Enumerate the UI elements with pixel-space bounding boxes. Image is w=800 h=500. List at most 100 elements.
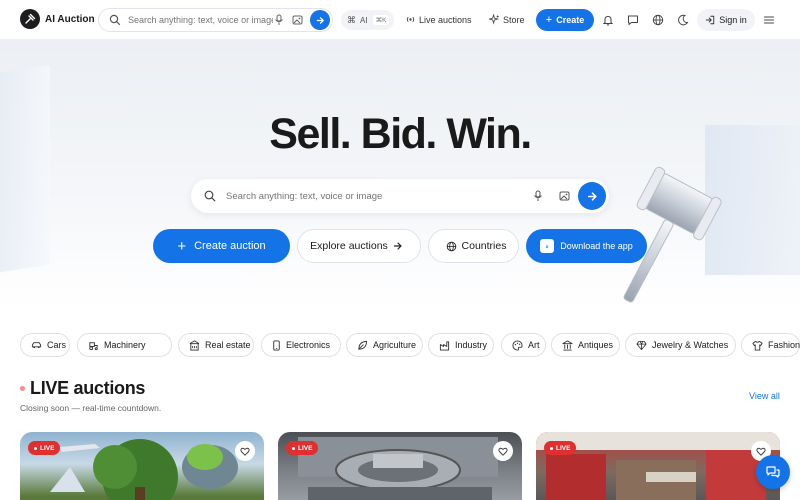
command-icon: ⌘ <box>347 14 356 25</box>
favorite-button[interactable] <box>235 441 255 461</box>
category-label: Fashion <box>768 340 800 350</box>
category-label: Machinery <box>104 340 146 350</box>
create-auction-button[interactable]: + Create auction <box>153 229 290 263</box>
live-indicator-dot <box>20 386 25 391</box>
chat-icon[interactable] <box>626 13 640 27</box>
nav-live-auctions[interactable]: Live auctions <box>405 14 472 25</box>
download-app-button[interactable]: Download the app <box>526 229 647 263</box>
category-chips: Cars Machinery Real estate Electronics A… <box>20 333 800 357</box>
header-search[interactable] <box>98 8 333 32</box>
hero-title: Sell. Bid. Win. <box>269 110 532 158</box>
menu-icon[interactable] <box>762 13 776 27</box>
countries-label: Countries <box>461 240 507 252</box>
heart-icon <box>498 447 508 456</box>
ai-label: AI <box>360 15 368 25</box>
search-icon <box>204 190 216 202</box>
header-search-submit-button[interactable] <box>310 10 330 30</box>
category-label: Real estate <box>205 340 251 350</box>
category-chip-industry[interactable]: Industry <box>428 333 494 357</box>
category-label: Cars <box>47 340 67 350</box>
sign-in-label: Sign in <box>719 15 747 25</box>
category-chip-jewelry-watches[interactable]: Jewelry & Watches <box>625 333 736 357</box>
download-app-label: Download the app <box>560 241 633 251</box>
image-search-icon[interactable] <box>559 190 571 202</box>
auction-card[interactable]: LIVE <box>20 432 264 500</box>
category-chip-machinery[interactable]: Machinery <box>77 333 172 357</box>
mic-icon[interactable] <box>533 190 543 202</box>
hero-search-submit-button[interactable] <box>578 182 606 210</box>
category-chip-antiques[interactable]: Antiques <box>551 333 620 357</box>
support-chat-button[interactable] <box>756 455 790 489</box>
broadcast-icon <box>406 16 415 23</box>
bell-icon[interactable] <box>601 13 615 27</box>
live-badge: LIVE <box>286 441 319 455</box>
category-label: Jewelry & Watches <box>652 340 729 350</box>
car-icon <box>31 342 42 349</box>
auction-card[interactable]: LIVE <box>278 432 522 500</box>
countries-button[interactable]: Countries <box>428 229 519 263</box>
factory-icon <box>439 340 450 351</box>
image-search-icon[interactable] <box>292 14 304 26</box>
live-badge-label: LIVE <box>298 444 313 452</box>
leaf-icon <box>358 340 368 350</box>
view-all-link[interactable]: View all <box>749 391 780 401</box>
heart-icon <box>240 447 250 456</box>
sign-in-button[interactable]: Sign in <box>697 9 755 31</box>
heart-icon <box>756 447 766 456</box>
auction-card[interactable]: LIVE <box>536 432 780 500</box>
sparkles-icon <box>489 14 500 25</box>
hero-search-input[interactable] <box>226 190 516 202</box>
ai-command-button[interactable]: ⌘ AI ⌘K <box>341 10 394 30</box>
chat-bubbles-icon <box>766 466 780 478</box>
palette-icon <box>512 339 523 351</box>
category-label: Antiques <box>578 340 614 350</box>
mic-icon[interactable] <box>274 14 284 26</box>
login-icon <box>706 15 715 25</box>
category-chip-electronics[interactable]: Electronics <box>261 333 341 357</box>
tractor-icon <box>89 341 98 350</box>
building-icon <box>189 339 200 351</box>
category-chip-real-estate[interactable]: Real estate <box>178 333 254 357</box>
nav-live-auctions-label: Live auctions <box>419 14 472 25</box>
hero-search[interactable] <box>191 179 609 213</box>
header-search-input[interactable] <box>128 15 273 25</box>
globe-icon[interactable] <box>651 13 665 27</box>
top-nav: AI Auction ⌘ AI ⌘K Live auctions Store +… <box>0 0 800 40</box>
favorite-button[interactable] <box>493 441 513 461</box>
hero-decoration-left <box>0 65 50 275</box>
category-label: Industry <box>455 340 488 350</box>
live-badge: LIVE <box>28 441 61 455</box>
landmark-icon <box>562 339 573 351</box>
moon-icon[interactable] <box>676 13 690 27</box>
gavel-logo-icon <box>20 9 40 29</box>
arrow-right-icon <box>316 16 324 24</box>
category-label: Art <box>528 340 540 350</box>
category-chip-fashion[interactable]: Fashion <box>741 333 800 357</box>
gem-icon <box>636 340 647 350</box>
live-auctions-title: LIVE auctions <box>30 378 146 398</box>
arrow-right-icon <box>587 191 597 201</box>
create-button-label: Create <box>556 15 585 25</box>
category-label: Agriculture <box>373 340 417 350</box>
live-auctions-subtitle: Closing soon — real-time countdown. <box>20 403 162 413</box>
search-icon <box>109 14 121 26</box>
category-chip-agriculture[interactable]: Agriculture <box>346 333 423 357</box>
ai-shortcut: ⌘K <box>372 15 390 25</box>
live-badge-label: LIVE <box>40 444 55 452</box>
nav-store[interactable]: Store <box>489 14 525 25</box>
live-badge-label: LIVE <box>556 444 571 452</box>
hero-section: Sell. Bid. Win. + Create auction Explore… <box>0 40 800 310</box>
explore-auctions-button[interactable]: Explore auctions <box>297 229 421 263</box>
category-label: Electronics <box>286 340 331 350</box>
create-button[interactable]: + Create <box>536 9 594 31</box>
plus-icon: + <box>545 14 553 26</box>
category-chip-cars[interactable]: Cars <box>20 333 70 357</box>
live-badge: LIVE <box>544 441 577 455</box>
globe-icon <box>446 241 456 251</box>
logo[interactable]: AI Auction <box>20 9 95 29</box>
plus-icon: + <box>177 237 187 255</box>
arrow-right-icon <box>393 242 402 250</box>
category-chip-art[interactable]: Art <box>501 333 546 357</box>
phone-icon <box>273 339 280 351</box>
shirt-icon <box>752 340 763 351</box>
